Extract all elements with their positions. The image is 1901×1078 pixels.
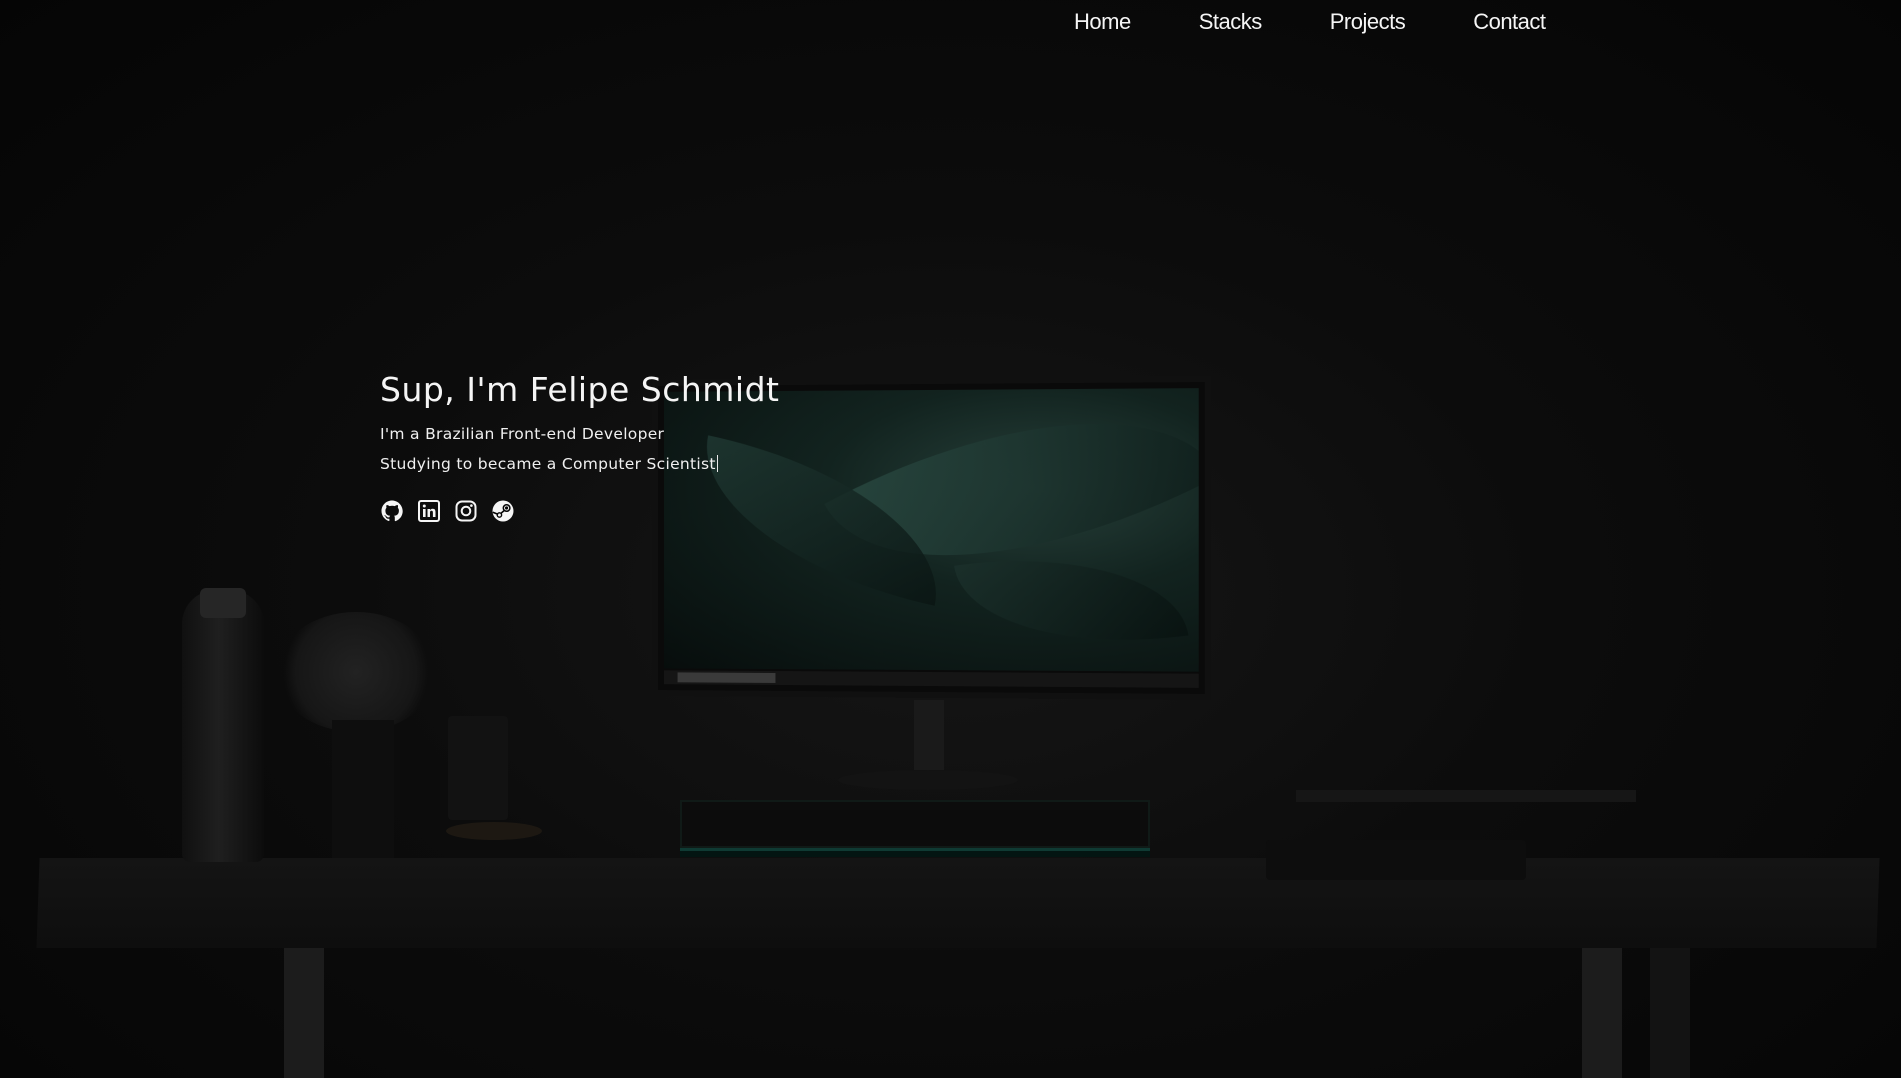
mug bbox=[448, 716, 508, 820]
top-nav: Home Stacks Projects Contact bbox=[1040, 0, 1580, 44]
page: Home Stacks Projects Contact Sup, I'm Fe… bbox=[0, 0, 1901, 1078]
nav-home-link[interactable]: Home bbox=[1040, 9, 1165, 35]
typing-caret bbox=[716, 455, 718, 472]
bottle-cap bbox=[200, 588, 246, 618]
linkedin-link[interactable] bbox=[417, 499, 441, 523]
instagram-link[interactable] bbox=[454, 499, 478, 523]
monitor-taskbar bbox=[663, 670, 1199, 688]
hero-typing-text: Studying to became a Computer Scientist bbox=[380, 455, 716, 473]
leaf bbox=[954, 535, 1189, 666]
steam-link[interactable] bbox=[491, 499, 515, 523]
nav-projects-link[interactable]: Projects bbox=[1296, 9, 1439, 35]
steam-icon bbox=[492, 500, 514, 522]
github-link[interactable] bbox=[380, 499, 404, 523]
bottle bbox=[182, 590, 264, 862]
hero: Sup, I'm Felipe Schmidt I'm a Brazilian … bbox=[380, 370, 780, 523]
coaster bbox=[446, 822, 542, 840]
nav-stacks-link[interactable]: Stacks bbox=[1165, 9, 1296, 35]
desk-leg bbox=[1650, 948, 1690, 1078]
hero-typing-line: Studying to became a Computer Scientist bbox=[380, 449, 780, 479]
plant bbox=[276, 612, 436, 732]
linkedin-icon bbox=[418, 500, 440, 522]
plant-pot bbox=[332, 720, 394, 858]
taskbar-search bbox=[677, 672, 776, 683]
social-links bbox=[380, 499, 780, 523]
desk bbox=[36, 858, 1880, 948]
desk-leg bbox=[284, 948, 324, 1078]
desk-leg bbox=[1582, 948, 1622, 1078]
laptop bbox=[1296, 790, 1636, 802]
monitor-base bbox=[838, 770, 1018, 790]
instagram-icon bbox=[455, 500, 477, 522]
background-image bbox=[0, 0, 1901, 1078]
monitor-stand bbox=[914, 700, 944, 770]
nav-contact-link[interactable]: Contact bbox=[1439, 9, 1579, 35]
github-icon bbox=[381, 500, 403, 522]
keyboard bbox=[680, 800, 1150, 851]
mouse-pad bbox=[1266, 840, 1526, 880]
hero-subtitle: I'm a Brazilian Front-end Developer bbox=[380, 425, 665, 443]
hero-title: Sup, I'm Felipe Schmidt bbox=[380, 370, 780, 409]
